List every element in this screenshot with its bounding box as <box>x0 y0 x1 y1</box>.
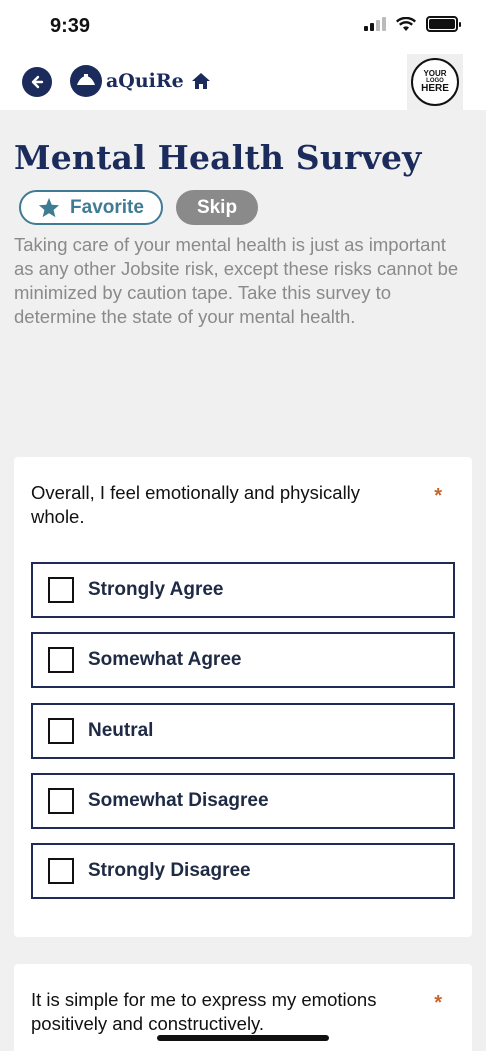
checkbox[interactable] <box>48 718 74 744</box>
required-marker: * <box>434 992 442 1014</box>
wifi-icon <box>396 16 416 31</box>
home-indicator[interactable] <box>157 1035 329 1041</box>
option-label: Somewhat Disagree <box>88 790 269 811</box>
status-time: 9:39 <box>50 15 91 37</box>
option-label: Neutral <box>88 720 154 741</box>
brand[interactable]: aQuiRe <box>70 65 211 97</box>
app-header: aQuiRe YOUR LOGO HERE <box>0 52 486 110</box>
status-icons <box>364 16 461 32</box>
option-somewhat-agree[interactable]: Somewhat Agree <box>31 632 455 688</box>
option-strongly-disagree[interactable]: Strongly Disagree <box>31 843 455 899</box>
survey-intro: Taking care of your mental health is jus… <box>14 234 459 327</box>
favorite-button[interactable]: Favorite <box>19 190 163 225</box>
option-label: Strongly Disagree <box>88 860 251 881</box>
question-card: Overall, I feel emotionally and physical… <box>14 457 472 937</box>
question-text: Overall, I feel emotionally and physical… <box>31 482 361 527</box>
back-arrow-icon <box>31 75 44 89</box>
checkbox[interactable] <box>48 858 74 884</box>
status-bar: 9:39 <box>0 0 486 52</box>
back-button[interactable] <box>22 67 52 97</box>
company-logo: YOUR LOGO HERE <box>407 54 463 110</box>
required-marker: * <box>434 485 442 507</box>
battery-icon <box>426 16 461 32</box>
question-text: It is simple for me to express my emotio… <box>31 989 377 1034</box>
option-somewhat-disagree[interactable]: Somewhat Disagree <box>31 773 455 829</box>
brand-name: aQuiRe <box>106 70 184 92</box>
option-neutral[interactable]: Neutral <box>31 703 455 759</box>
option-label: Strongly Agree <box>88 579 224 600</box>
home-icon[interactable] <box>191 72 211 90</box>
favorite-label: Favorite <box>70 196 144 218</box>
brand-logo-icon <box>70 65 102 97</box>
option-label: Somewhat Agree <box>88 649 242 670</box>
company-logo-badge: YOUR LOGO HERE <box>411 58 459 106</box>
page-title: Mental Health Survey <box>14 138 422 177</box>
skip-button[interactable]: Skip <box>176 190 258 225</box>
cellular-signal-icon <box>364 17 386 31</box>
checkbox[interactable] <box>48 788 74 814</box>
star-icon <box>38 197 60 218</box>
option-strongly-agree[interactable]: Strongly Agree <box>31 562 455 618</box>
checkbox[interactable] <box>48 577 74 603</box>
checkbox[interactable] <box>48 647 74 673</box>
